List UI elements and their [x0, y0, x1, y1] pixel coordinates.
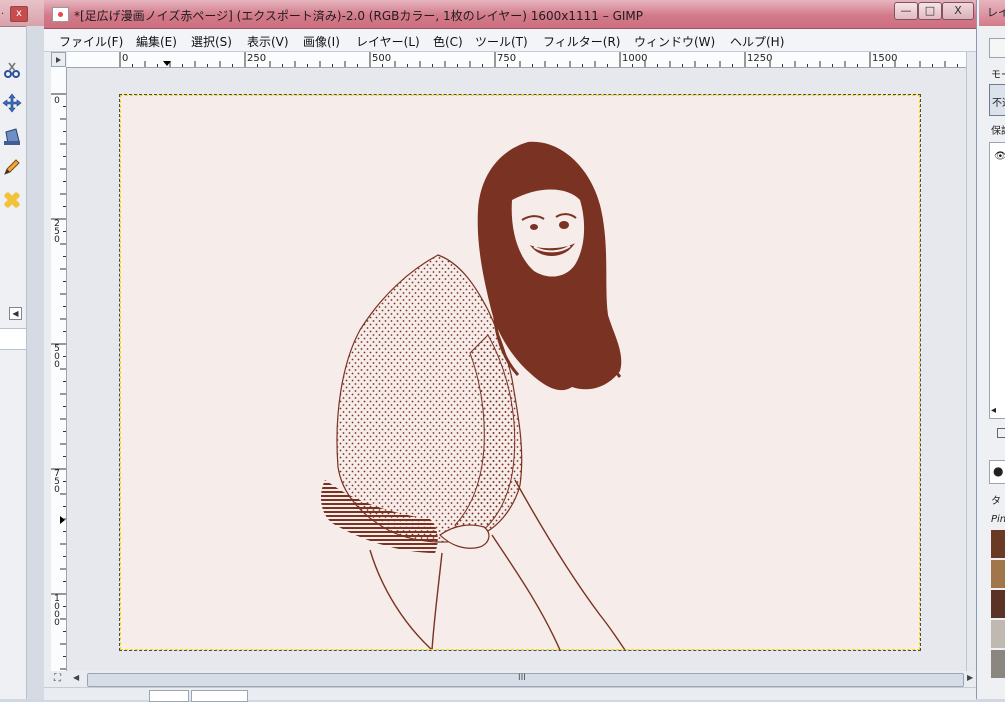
scroll-left-icon[interactable]: ◀ [73, 673, 79, 682]
mode-value: 不透 [992, 98, 1005, 109]
scissors-select-icon[interactable] [2, 60, 22, 80]
vruler-label: 1000 [54, 594, 60, 628]
pattern-swatch[interactable] [991, 530, 1005, 558]
close-button[interactable]: X [942, 2, 974, 20]
dock-title: レイ [979, 0, 1005, 26]
horizontal-scrollbar[interactable]: III [87, 673, 964, 687]
layers-dock: レイ モー 不透 保護 👁 ◂ ● タ Pin [976, 0, 1005, 699]
scroll-left-icon[interactable]: ◂ [991, 405, 996, 416]
pattern-swatch[interactable] [991, 650, 1005, 678]
menu-tools[interactable]: ツール(T) [475, 33, 528, 50]
vruler-label: 750 [54, 469, 60, 495]
horizontal-ruler[interactable]: 0 250 500 750 1000 1250 1500 [67, 52, 966, 68]
bucket-fill-icon[interactable] [2, 126, 22, 146]
brush-preview[interactable]: ● [989, 460, 1005, 484]
menu-view[interactable]: 表示(V) [247, 33, 289, 50]
hruler-label: 500 [372, 53, 392, 64]
pattern-swatch[interactable] [991, 560, 1005, 588]
vruler-label: 500 [54, 344, 60, 370]
collapse-left-icon[interactable]: ◀ [9, 307, 22, 320]
hruler-label: 0 [122, 53, 129, 64]
hruler-label: 1500 [872, 53, 898, 64]
pencil-icon[interactable] [2, 157, 22, 177]
eye-icon[interactable]: 👁 [994, 151, 1005, 162]
layer-list[interactable]: 👁 [989, 142, 1005, 419]
menu-image[interactable]: 画像(I) [303, 33, 340, 50]
vruler-label: 250 [54, 219, 60, 245]
menu-select[interactable]: 選択(S) [191, 33, 232, 50]
menu-filters[interactable]: フィルター(R) [543, 33, 620, 50]
menu-windows[interactable]: ウィンドウ(W) [634, 33, 715, 50]
menu-file[interactable]: ファイル(F) [59, 33, 123, 50]
menubar: ファイル(F) 編集(E) 選択(S) 表示(V) 画像(I) レイヤー(L) … [44, 29, 976, 52]
menu-help[interactable]: ヘルプ(H) [730, 33, 784, 50]
toolbox-window: . x ◀ [0, 0, 45, 699]
scrollbar-grip: III [518, 673, 526, 683]
statusbar [44, 687, 976, 702]
hruler-label: 1250 [747, 53, 773, 64]
lock-label: 保護 [991, 126, 1005, 137]
heal-icon[interactable] [2, 190, 22, 210]
toolbox-titlebar: . x [0, 0, 44, 27]
toolbox-strip [26, 26, 45, 699]
menu-edit[interactable]: 編集(E) [136, 33, 177, 50]
mode-select[interactable]: 不透 [989, 84, 1005, 116]
vruler-label: 0 [54, 96, 60, 106]
toolbox-close-button[interactable]: x [10, 6, 28, 22]
window-titlebar: *[足広げ漫画ノイズ赤ページ] (エクスポート済み)-2.0 (RGBカラー, … [44, 0, 976, 29]
manga-girl-illustration [320, 141, 626, 651]
scroll-right-icon[interactable]: ▶ [967, 673, 973, 682]
pattern-swatch[interactable] [991, 590, 1005, 618]
maximize-button[interactable]: □ [918, 2, 942, 20]
pattern-swatch[interactable] [991, 620, 1005, 648]
vertical-ruler[interactable]: 0 250 500 750 1000 [51, 67, 67, 671]
toolbox-dot: . [1, 6, 5, 17]
checkbox[interactable] [997, 428, 1005, 438]
tag-input[interactable]: タ [991, 492, 1001, 507]
horizontal-scroll-row: ⛶ ◀ III ▶ [51, 671, 976, 687]
hruler-ticks [119, 52, 958, 67]
unit-select[interactable] [149, 690, 189, 702]
menu-color[interactable]: 色(C) [433, 33, 463, 50]
mode-label: モー [991, 70, 1005, 81]
toolbox-pane [0, 328, 26, 350]
hruler-label: 250 [247, 53, 267, 64]
brush-dot-icon: ● [993, 464, 1004, 478]
brush-name: Pin [991, 514, 1005, 525]
menu-layer[interactable]: レイヤー(L) [356, 33, 420, 50]
window-title: *[足広げ漫画ノイズ赤ページ] (エクスポート済み)-2.0 (RGBカラー, … [74, 9, 643, 23]
image-canvas[interactable] [119, 94, 921, 651]
vruler-pointer-icon [60, 516, 65, 524]
hruler-label: 1000 [622, 53, 648, 64]
move-tool-icon[interactable] [2, 93, 22, 113]
canvas-area[interactable] [67, 68, 966, 671]
image-window: *[足広げ漫画ノイズ赤ページ] (エクスポート済み)-2.0 (RGBカラー, … [44, 0, 977, 702]
dock-tab-layers[interactable] [989, 38, 1005, 58]
hruler-label: 750 [497, 53, 517, 64]
ruler-menu-button[interactable] [51, 52, 66, 67]
minimize-button[interactable]: — [894, 2, 918, 20]
navigate-icon[interactable]: ⛶ [54, 673, 61, 684]
zoom-select[interactable] [191, 690, 248, 702]
gimp-image-icon [52, 7, 69, 22]
